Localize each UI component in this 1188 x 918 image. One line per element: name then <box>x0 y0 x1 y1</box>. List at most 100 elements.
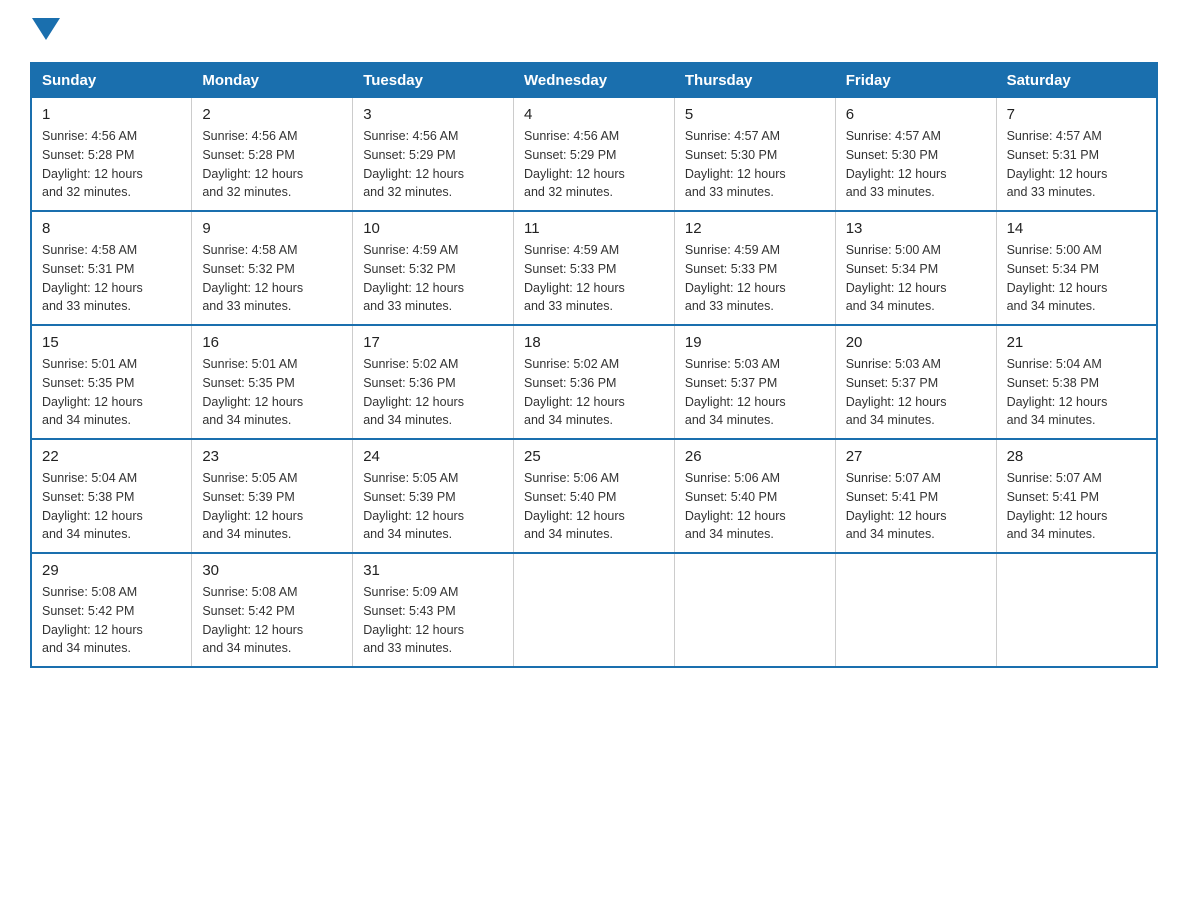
day-info: Sunrise: 4:59 AMSunset: 5:33 PMDaylight:… <box>524 243 625 313</box>
calendar-cell: 10 Sunrise: 4:59 AMSunset: 5:32 PMDaylig… <box>353 211 514 325</box>
day-number: 26 <box>685 448 825 465</box>
day-info: Sunrise: 5:05 AMSunset: 5:39 PMDaylight:… <box>363 471 464 541</box>
day-number: 21 <box>1007 334 1146 351</box>
calendar-cell: 13 Sunrise: 5:00 AMSunset: 5:34 PMDaylig… <box>835 211 996 325</box>
day-info: Sunrise: 4:57 AMSunset: 5:31 PMDaylight:… <box>1007 129 1108 199</box>
day-number: 30 <box>202 562 342 579</box>
day-info: Sunrise: 4:58 AMSunset: 5:31 PMDaylight:… <box>42 243 143 313</box>
calendar-cell: 8 Sunrise: 4:58 AMSunset: 5:31 PMDayligh… <box>31 211 192 325</box>
day-number: 10 <box>363 220 503 237</box>
calendar-header-tuesday: Tuesday <box>353 63 514 98</box>
day-number: 3 <box>363 106 503 123</box>
day-number: 28 <box>1007 448 1146 465</box>
day-number: 18 <box>524 334 664 351</box>
calendar-cell: 31 Sunrise: 5:09 AMSunset: 5:43 PMDaylig… <box>353 553 514 667</box>
calendar-cell: 23 Sunrise: 5:05 AMSunset: 5:39 PMDaylig… <box>192 439 353 553</box>
day-number: 23 <box>202 448 342 465</box>
day-number: 1 <box>42 106 181 123</box>
day-info: Sunrise: 5:03 AMSunset: 5:37 PMDaylight:… <box>846 357 947 427</box>
calendar-week-row: 1 Sunrise: 4:56 AMSunset: 5:28 PMDayligh… <box>31 98 1157 212</box>
calendar-cell: 30 Sunrise: 5:08 AMSunset: 5:42 PMDaylig… <box>192 553 353 667</box>
calendar-cell: 26 Sunrise: 5:06 AMSunset: 5:40 PMDaylig… <box>674 439 835 553</box>
calendar-week-row: 15 Sunrise: 5:01 AMSunset: 5:35 PMDaylig… <box>31 325 1157 439</box>
day-number: 6 <box>846 106 986 123</box>
day-number: 15 <box>42 334 181 351</box>
day-info: Sunrise: 4:56 AMSunset: 5:28 PMDaylight:… <box>202 129 303 199</box>
page-header <box>30 20 1158 42</box>
day-number: 8 <box>42 220 181 237</box>
day-number: 31 <box>363 562 503 579</box>
day-info: Sunrise: 5:07 AMSunset: 5:41 PMDaylight:… <box>1007 471 1108 541</box>
calendar-cell: 20 Sunrise: 5:03 AMSunset: 5:37 PMDaylig… <box>835 325 996 439</box>
calendar-week-row: 29 Sunrise: 5:08 AMSunset: 5:42 PMDaylig… <box>31 553 1157 667</box>
calendar-cell: 25 Sunrise: 5:06 AMSunset: 5:40 PMDaylig… <box>514 439 675 553</box>
calendar-cell: 7 Sunrise: 4:57 AMSunset: 5:31 PMDayligh… <box>996 98 1157 212</box>
calendar-cell <box>996 553 1157 667</box>
day-info: Sunrise: 4:57 AMSunset: 5:30 PMDaylight:… <box>846 129 947 199</box>
calendar-cell: 18 Sunrise: 5:02 AMSunset: 5:36 PMDaylig… <box>514 325 675 439</box>
logo-triangle-icon <box>32 18 60 40</box>
day-info: Sunrise: 5:04 AMSunset: 5:38 PMDaylight:… <box>1007 357 1108 427</box>
calendar-cell: 24 Sunrise: 5:05 AMSunset: 5:39 PMDaylig… <box>353 439 514 553</box>
day-info: Sunrise: 5:02 AMSunset: 5:36 PMDaylight:… <box>363 357 464 427</box>
day-info: Sunrise: 5:00 AMSunset: 5:34 PMDaylight:… <box>1007 243 1108 313</box>
calendar-cell <box>835 553 996 667</box>
day-number: 20 <box>846 334 986 351</box>
day-info: Sunrise: 4:57 AMSunset: 5:30 PMDaylight:… <box>685 129 786 199</box>
calendar-cell <box>674 553 835 667</box>
day-info: Sunrise: 5:02 AMSunset: 5:36 PMDaylight:… <box>524 357 625 427</box>
day-info: Sunrise: 5:06 AMSunset: 5:40 PMDaylight:… <box>524 471 625 541</box>
calendar-cell: 17 Sunrise: 5:02 AMSunset: 5:36 PMDaylig… <box>353 325 514 439</box>
calendar-cell: 28 Sunrise: 5:07 AMSunset: 5:41 PMDaylig… <box>996 439 1157 553</box>
calendar-cell: 11 Sunrise: 4:59 AMSunset: 5:33 PMDaylig… <box>514 211 675 325</box>
day-info: Sunrise: 5:07 AMSunset: 5:41 PMDaylight:… <box>846 471 947 541</box>
day-number: 7 <box>1007 106 1146 123</box>
calendar-week-row: 8 Sunrise: 4:58 AMSunset: 5:31 PMDayligh… <box>31 211 1157 325</box>
calendar-cell: 3 Sunrise: 4:56 AMSunset: 5:29 PMDayligh… <box>353 98 514 212</box>
day-info: Sunrise: 5:06 AMSunset: 5:40 PMDaylight:… <box>685 471 786 541</box>
logo <box>30 20 60 42</box>
day-info: Sunrise: 5:08 AMSunset: 5:42 PMDaylight:… <box>42 585 143 655</box>
day-number: 24 <box>363 448 503 465</box>
calendar-header-thursday: Thursday <box>674 63 835 98</box>
day-number: 19 <box>685 334 825 351</box>
day-info: Sunrise: 4:58 AMSunset: 5:32 PMDaylight:… <box>202 243 303 313</box>
calendar-header-row: SundayMondayTuesdayWednesdayThursdayFrid… <box>31 63 1157 98</box>
calendar-cell: 1 Sunrise: 4:56 AMSunset: 5:28 PMDayligh… <box>31 98 192 212</box>
day-info: Sunrise: 5:01 AMSunset: 5:35 PMDaylight:… <box>202 357 303 427</box>
day-number: 4 <box>524 106 664 123</box>
day-info: Sunrise: 4:56 AMSunset: 5:29 PMDaylight:… <box>524 129 625 199</box>
calendar-cell: 5 Sunrise: 4:57 AMSunset: 5:30 PMDayligh… <box>674 98 835 212</box>
day-number: 13 <box>846 220 986 237</box>
calendar-cell: 15 Sunrise: 5:01 AMSunset: 5:35 PMDaylig… <box>31 325 192 439</box>
day-number: 27 <box>846 448 986 465</box>
day-info: Sunrise: 5:08 AMSunset: 5:42 PMDaylight:… <box>202 585 303 655</box>
calendar-cell: 12 Sunrise: 4:59 AMSunset: 5:33 PMDaylig… <box>674 211 835 325</box>
day-info: Sunrise: 5:03 AMSunset: 5:37 PMDaylight:… <box>685 357 786 427</box>
calendar-week-row: 22 Sunrise: 5:04 AMSunset: 5:38 PMDaylig… <box>31 439 1157 553</box>
calendar-header-wednesday: Wednesday <box>514 63 675 98</box>
day-info: Sunrise: 5:01 AMSunset: 5:35 PMDaylight:… <box>42 357 143 427</box>
calendar-header-saturday: Saturday <box>996 63 1157 98</box>
calendar-cell: 29 Sunrise: 5:08 AMSunset: 5:42 PMDaylig… <box>31 553 192 667</box>
calendar-header-sunday: Sunday <box>31 63 192 98</box>
day-number: 29 <box>42 562 181 579</box>
day-number: 14 <box>1007 220 1146 237</box>
calendar-cell: 16 Sunrise: 5:01 AMSunset: 5:35 PMDaylig… <box>192 325 353 439</box>
day-info: Sunrise: 5:09 AMSunset: 5:43 PMDaylight:… <box>363 585 464 655</box>
calendar-cell: 27 Sunrise: 5:07 AMSunset: 5:41 PMDaylig… <box>835 439 996 553</box>
day-info: Sunrise: 4:56 AMSunset: 5:28 PMDaylight:… <box>42 129 143 199</box>
calendar-cell <box>514 553 675 667</box>
calendar-cell: 14 Sunrise: 5:00 AMSunset: 5:34 PMDaylig… <box>996 211 1157 325</box>
calendar-cell: 9 Sunrise: 4:58 AMSunset: 5:32 PMDayligh… <box>192 211 353 325</box>
day-number: 25 <box>524 448 664 465</box>
day-info: Sunrise: 4:59 AMSunset: 5:33 PMDaylight:… <box>685 243 786 313</box>
day-number: 11 <box>524 220 664 237</box>
day-number: 2 <box>202 106 342 123</box>
day-number: 22 <box>42 448 181 465</box>
calendar-header-friday: Friday <box>835 63 996 98</box>
day-number: 9 <box>202 220 342 237</box>
day-number: 17 <box>363 334 503 351</box>
calendar-cell: 19 Sunrise: 5:03 AMSunset: 5:37 PMDaylig… <box>674 325 835 439</box>
calendar-table: SundayMondayTuesdayWednesdayThursdayFrid… <box>30 62 1158 668</box>
